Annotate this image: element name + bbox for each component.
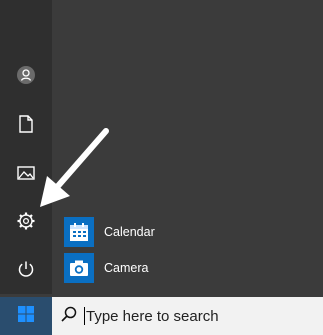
app-label-calendar: Calendar	[104, 225, 155, 239]
documents-icon	[17, 114, 35, 139]
user-account-button[interactable]	[0, 55, 52, 99]
app-item-camera[interactable]: Camera	[64, 251, 148, 285]
taskbar: Type here to search	[0, 297, 323, 335]
start-button[interactable]	[0, 297, 52, 335]
app-label-camera: Camera	[104, 261, 149, 275]
pictures-button[interactable]	[0, 153, 52, 197]
camera-icon	[64, 253, 94, 283]
power-icon	[16, 259, 36, 284]
search-placeholder: Type here to search	[86, 307, 219, 325]
app-item-calendar[interactable]: Calendar	[64, 215, 155, 249]
start-menu-rail	[0, 0, 52, 294]
calendar-icon	[64, 217, 94, 247]
search-icon	[60, 305, 78, 328]
user-avatar-icon	[16, 65, 36, 90]
documents-button[interactable]	[0, 104, 52, 148]
pictures-icon	[16, 164, 36, 187]
power-button[interactable]	[0, 249, 52, 293]
settings-gear-icon	[16, 211, 36, 236]
taskbar-search-box[interactable]: Type here to search	[52, 297, 323, 335]
windows-logo-icon	[17, 305, 35, 328]
app-list: Calendar Camera	[52, 0, 323, 308]
settings-button[interactable]	[0, 201, 52, 245]
text-caret	[84, 307, 85, 325]
